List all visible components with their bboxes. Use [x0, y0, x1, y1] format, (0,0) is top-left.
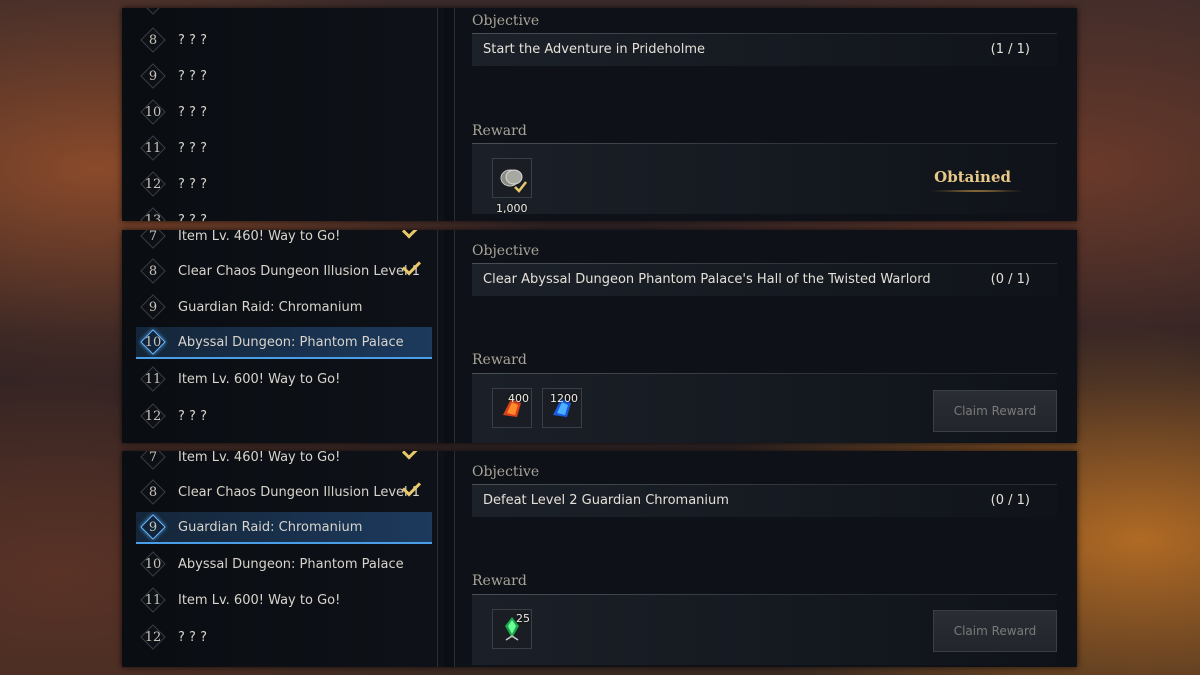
- quest-label: ? ? ?: [178, 629, 207, 645]
- objective-row: Defeat Level 2 Guardian Chromanium (0 / …: [472, 485, 1057, 517]
- quest-detail: Objective Defeat Level 2 Guardian Chroma…: [472, 451, 1057, 667]
- objective-count: (0 / 1): [990, 272, 1030, 287]
- objective-text: Start the Adventure in Prideholme: [483, 42, 705, 57]
- quest-label: ? ? ?: [178, 408, 207, 424]
- quest-panel-2: 7 Item Lv. 460! Way to Go! 8 Clear Chaos…: [122, 230, 1077, 443]
- divider: [444, 451, 455, 667]
- quest-label: Item Lv. 600! Way to Go!: [178, 592, 341, 608]
- quest-label: ? ? ?: [178, 212, 207, 222]
- objective-heading: Objective: [472, 13, 540, 29]
- list-item[interactable]: 11 ? ? ?: [136, 132, 432, 164]
- quest-number-badge: 8: [140, 27, 166, 53]
- silver-coin-icon[interactable]: [492, 158, 532, 198]
- claim-reward-button[interactable]: Claim Reward: [933, 390, 1057, 432]
- quest-label: ? ? ?: [178, 104, 207, 120]
- quest-number-badge: 11: [140, 135, 166, 161]
- reward-quantity: 1,000: [496, 202, 528, 215]
- quest-number-badge: 10: [140, 329, 166, 355]
- reward-quantity: 25: [516, 612, 530, 625]
- list-item[interactable]: 7: [136, 8, 432, 18]
- objective-count: (1 / 1): [990, 42, 1030, 57]
- quest-label: Item Lv. 600! Way to Go!: [178, 371, 341, 387]
- quest-number-badge: 9: [140, 63, 166, 89]
- objective-row: Start the Adventure in Prideholme (1 / 1…: [472, 34, 1057, 66]
- objective-text: Defeat Level 2 Guardian Chromanium: [483, 493, 729, 508]
- list-item[interactable]: 10 ? ? ?: [136, 96, 432, 128]
- quest-detail: Objective Clear Abyssal Dungeon Phantom …: [472, 230, 1057, 443]
- quest-label: ? ? ?: [178, 140, 207, 156]
- quest-number-badge: 7: [140, 451, 166, 470]
- objective-heading: Objective: [472, 243, 540, 259]
- quest-number-badge: 12: [140, 171, 166, 197]
- quest-detail: Objective Start the Adventure in Prideho…: [472, 8, 1057, 221]
- objective-heading: Objective: [472, 464, 540, 480]
- quest-number-badge: 8: [140, 258, 166, 284]
- list-item[interactable]: 11 Item Lv. 600! Way to Go!: [136, 363, 432, 395]
- quest-label: Abyssal Dungeon: Phantom Palace: [178, 334, 404, 350]
- quest-list: 7 Item Lv. 460! Way to Go! 8 Clear Chaos…: [122, 230, 438, 443]
- objective-count: (0 / 1): [990, 493, 1030, 508]
- quest-panel-1: 7 8 ? ? ? 9 ? ? ? 10 ? ? ? 11 ? ? ? 12 ?…: [122, 8, 1077, 221]
- list-item-selected[interactable]: 9 Guardian Raid: Chromanium: [136, 512, 432, 544]
- reward-quantity: 400: [508, 392, 529, 405]
- quest-panel-3: 7 Item Lv. 460! Way to Go! 8 Clear Chaos…: [122, 451, 1077, 667]
- quest-number-badge: 12: [140, 624, 166, 650]
- quest-label: Guardian Raid: Chromanium: [178, 519, 363, 535]
- quest-label: Abyssal Dungeon: Phantom Palace: [178, 556, 404, 572]
- divider: [444, 8, 455, 221]
- divider: [444, 230, 455, 443]
- obtained-glow: [929, 190, 1025, 192]
- list-item[interactable]: 7 Item Lv. 460! Way to Go!: [136, 451, 432, 473]
- list-item-selected[interactable]: 10 Abyssal Dungeon: Phantom Palace: [136, 327, 432, 359]
- quest-label: ? ? ?: [178, 68, 207, 84]
- quest-number-badge: 10: [140, 551, 166, 577]
- quest-number-badge: 13: [140, 207, 166, 222]
- quest-number-badge: 8: [140, 479, 166, 505]
- list-item[interactable]: 8 ? ? ?: [136, 24, 432, 56]
- list-item[interactable]: 8 Clear Chaos Dungeon Illusion Level 1: [136, 476, 432, 508]
- list-item[interactable]: 13 ? ? ?: [136, 204, 432, 222]
- list-item[interactable]: 12 ? ? ?: [136, 621, 432, 653]
- objective-text: Clear Abyssal Dungeon Phantom Palace's H…: [483, 272, 931, 287]
- reward-heading: Reward: [472, 352, 527, 368]
- reward-heading: Reward: [472, 573, 527, 589]
- quest-number-badge: 11: [140, 587, 166, 613]
- quest-number-badge: 7: [140, 230, 166, 249]
- quest-label: Clear Chaos Dungeon Illusion Level 1: [178, 484, 421, 500]
- quest-list: 7 Item Lv. 460! Way to Go! 8 Clear Chaos…: [122, 451, 438, 667]
- list-item[interactable]: 12 ? ? ?: [136, 168, 432, 200]
- claim-reward-button[interactable]: Claim Reward: [933, 610, 1057, 652]
- quest-label: Clear Chaos Dungeon Illusion Level 1: [178, 263, 421, 279]
- list-item[interactable]: 8 Clear Chaos Dungeon Illusion Level 1: [136, 255, 432, 287]
- quest-number-badge: 12: [140, 403, 166, 429]
- quest-label: Guardian Raid: Chromanium: [178, 299, 363, 315]
- quest-label: Item Lv. 460! Way to Go!: [178, 230, 341, 244]
- quest-number-badge: 11: [140, 366, 166, 392]
- list-item[interactable]: 10 Abyssal Dungeon: Phantom Palace: [136, 548, 432, 580]
- reward-quantity: 1200: [550, 392, 578, 405]
- objective-row: Clear Abyssal Dungeon Phantom Palace's H…: [472, 264, 1057, 296]
- quest-label: Item Lv. 460! Way to Go!: [178, 451, 341, 465]
- quest-number-badge: 10: [140, 99, 166, 125]
- quest-label: ? ? ?: [178, 176, 207, 192]
- quest-label: ? ? ?: [178, 32, 207, 48]
- quest-list: 7 8 ? ? ? 9 ? ? ? 10 ? ? ? 11 ? ? ? 12 ?…: [122, 8, 438, 221]
- quest-number-badge: 9: [140, 514, 166, 540]
- list-item[interactable]: 11 Item Lv. 600! Way to Go!: [136, 584, 432, 616]
- reward-heading: Reward: [472, 123, 527, 139]
- list-item[interactable]: 9 Guardian Raid: Chromanium: [136, 291, 432, 323]
- list-item[interactable]: 12 ? ? ?: [136, 400, 432, 432]
- obtained-status: Obtained: [934, 168, 1011, 186]
- list-item[interactable]: 9 ? ? ?: [136, 60, 432, 92]
- quest-number-badge: 7: [140, 8, 166, 15]
- list-item[interactable]: 7 Item Lv. 460! Way to Go!: [136, 230, 432, 252]
- quest-number-badge: 9: [140, 294, 166, 320]
